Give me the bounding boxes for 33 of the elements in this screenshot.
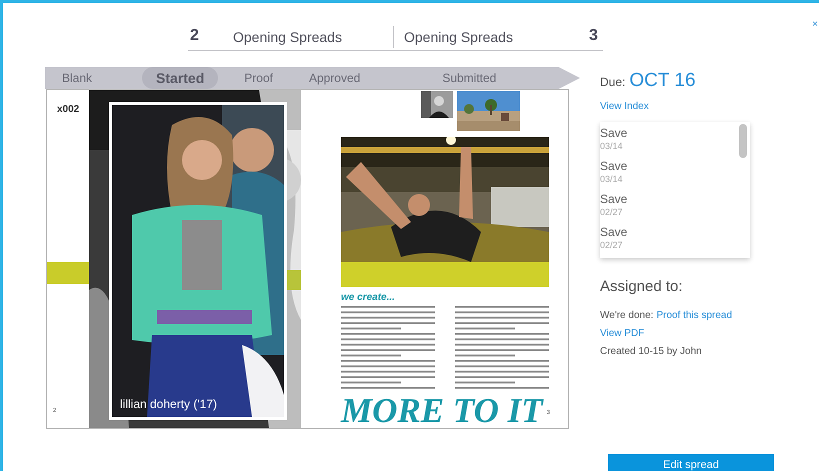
history-date: 03/14 [600, 174, 624, 185]
workflow-stage[interactable]: Proof [244, 72, 273, 84]
workflow-stage[interactable]: Blank [62, 72, 92, 84]
due-date: OCT 16 [629, 69, 696, 93]
history-action: Save [600, 192, 628, 206]
view-index-link[interactable]: View Index [600, 98, 649, 114]
history-action: Save [600, 158, 628, 174]
history-action: Save [600, 224, 628, 240]
section-heading: we create... [341, 293, 396, 303]
accent-bar [47, 262, 89, 284]
due-label: Due: [600, 74, 626, 91]
status-text: We're done: [600, 309, 654, 323]
spread-title: Opening Spreads [233, 28, 343, 47]
headline: MORE TO IT [341, 393, 543, 428]
history-date: 02/27 [600, 240, 624, 251]
edit-spread-button[interactable]: Edit spread [608, 454, 774, 471]
workflow-stage[interactable]: Approved [308, 72, 360, 84]
history-date: 03/14 [600, 140, 624, 152]
workflow-stage[interactable]: Submitted [442, 72, 496, 84]
spread-number: 2 [189, 26, 200, 46]
view-pdf-link[interactable]: View PDF [600, 326, 644, 341]
assigned-label: Assigned to: [600, 276, 684, 296]
workflow-stage[interactable]: Started [142, 67, 218, 89]
history-action: Save [600, 126, 628, 140]
spread-number: 3 [589, 26, 598, 46]
scrollbar[interactable] [739, 124, 747, 158]
proof-link[interactable]: Proof this spread [656, 308, 732, 323]
history-date: 02/27 [600, 206, 624, 218]
spread-title: Opening Spreads [404, 28, 514, 47]
page-code: x002 [57, 103, 80, 117]
created-text: Created 10-15 by John [600, 345, 703, 359]
close-button[interactable]: × [812, 20, 818, 30]
photo-caption: lillian doherty ('17) [120, 396, 218, 413]
